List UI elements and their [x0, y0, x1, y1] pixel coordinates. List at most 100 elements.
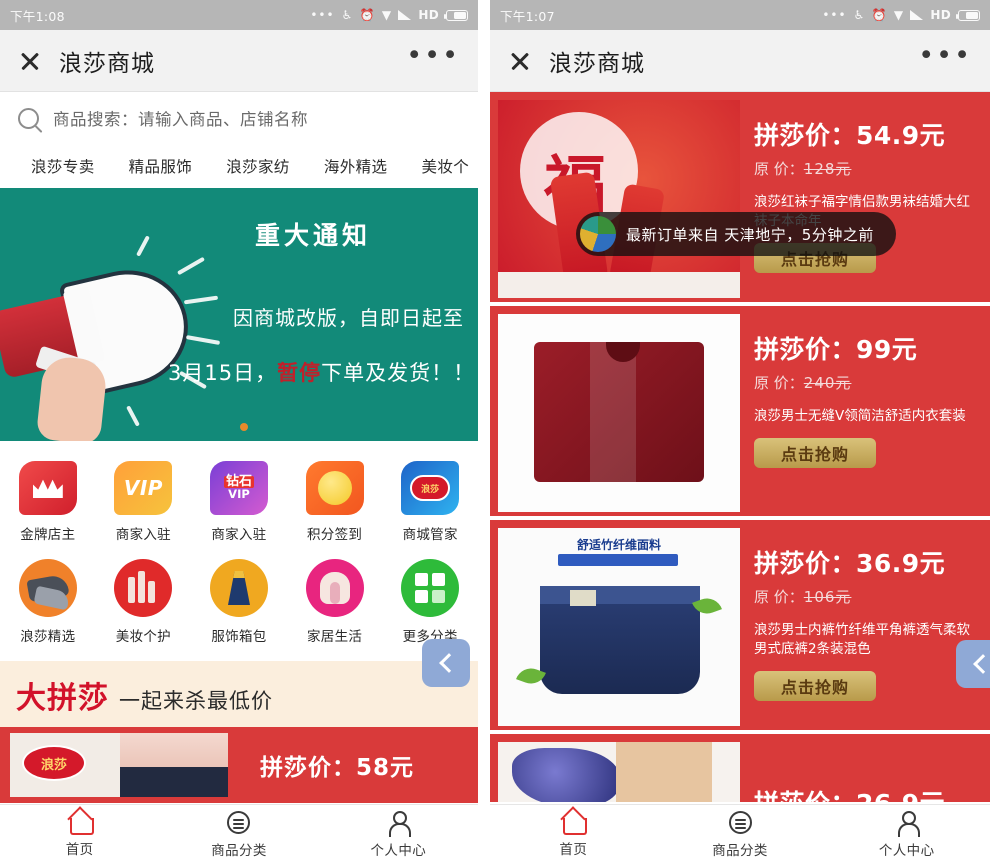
search-bar[interactable]: 商品搜索：请输入商品、店铺名称: [0, 92, 478, 144]
hd-icon: HD: [418, 8, 439, 22]
tab-beauty[interactable]: 美妆个: [404, 155, 478, 177]
product-price: 拼莎价：26.9元: [754, 789, 946, 804]
dots-icon: •••: [310, 8, 335, 22]
product-price: 拼莎价：99元: [754, 335, 918, 364]
banner-line-3: 3月15日，暂停下单及发货！！: [158, 357, 474, 387]
alarm-icon: ⏰: [359, 8, 375, 22]
page-title: 浪莎商城: [549, 50, 645, 77]
shoes-icon: [18, 559, 77, 617]
home-icon: [68, 811, 94, 835]
status-icons: ••• ♿ ⏰ ▼ HD: [310, 8, 468, 22]
original-price-label: 原 价：: [754, 588, 804, 606]
product-card[interactable]: 拼莎价：99元 原 价：240元 浪莎男士无缝V领简洁舒适内衣套装 点击抢购: [490, 306, 990, 520]
grid-row-1: 金牌店主 VIP 商家入驻 钻石 VIP 商家入驻 积分签到 浪莎 商城管家: [0, 455, 478, 553]
chevron-left-icon: [438, 653, 459, 673]
left-phone-screen: 下午1:08 ••• ♿ ⏰ ▼ HD 浪莎商城 ••• 商品搜索：请输入商品、…: [0, 0, 490, 864]
close-icon[interactable]: [18, 49, 42, 73]
pinsha-product-price: 拼莎价：58元: [260, 755, 415, 781]
battery-icon: [443, 9, 468, 21]
status-time: 下午1:08: [10, 8, 65, 24]
original-price-value: 106元: [803, 588, 852, 606]
right-phone-screen: 下午1:07 ••• ♿ ⏰ ▼ HD 浪莎商城 ••• 福: [490, 0, 990, 864]
original-price-label: 原 价：: [754, 374, 804, 392]
categories-icon: [227, 810, 251, 834]
product-info: 拼莎价：26.9元: [740, 742, 982, 802]
brand-logo-icon: 浪莎: [22, 745, 86, 781]
dots-icon: •••: [822, 8, 847, 22]
tab-langsha-store[interactable]: 浪莎专卖: [14, 155, 112, 177]
pinsha-product-row[interactable]: 浪莎 拼莎价：58元: [0, 727, 478, 803]
tab-categories[interactable]: 商品分类: [657, 805, 824, 864]
more-dots-icon[interactable]: •••: [406, 42, 460, 70]
banner-text: 重大通知 因商城改版，自即日起至 3月15日，暂停下单及发货！！: [158, 216, 474, 387]
search-icon: [18, 107, 39, 129]
back-to-top-button[interactable]: [956, 640, 990, 688]
page-title: 浪莎商城: [59, 50, 155, 77]
grid-item-beauty-care[interactable]: 美妆个护: [96, 553, 192, 655]
tab-profile[interactable]: 个人中心: [823, 805, 990, 864]
tab-profile[interactable]: 个人中心: [319, 805, 478, 864]
grid-item-apparel-bags[interactable]: 服饰箱包: [191, 553, 287, 655]
user-icon: [387, 810, 412, 837]
original-price-value: 240元: [803, 374, 852, 392]
dress-icon: [209, 559, 268, 617]
tab-home-textile[interactable]: 浪莎家纺: [209, 155, 307, 177]
banner-line-2: 因商城改版，自即日起至: [233, 306, 464, 330]
home-icon: [561, 811, 588, 835]
product-card[interactable]: 福 拼莎价：54.9元 原 价：128元 浪莎红袜子福字情侣款男袜结婚大红袜子本…: [490, 92, 990, 306]
tab-label: 个人中心: [878, 842, 935, 859]
product-description: 浪莎男士内裤竹纤维平角裤透气柔软男式底裤2条装混色: [754, 622, 970, 657]
banner-pagination-dot[interactable]: [240, 423, 248, 431]
product-card[interactable]: 拼莎价：26.9元: [490, 734, 990, 804]
hd-icon: HD: [930, 8, 951, 22]
product-info: 拼莎价：36.9元 原 价：106元 浪莎男士内裤竹纤维平角裤透气柔软男式底裤2…: [740, 528, 982, 722]
grid-item-home-living[interactable]: 家居生活: [287, 553, 383, 655]
grid-item-mall-butler[interactable]: 浪莎 商城管家: [382, 455, 478, 553]
grid-item-merchant-join-1[interactable]: VIP 商家入驻: [96, 455, 192, 553]
notice-banner[interactable]: 重大通知 因商城改版，自即日起至 3月15日，暂停下单及发货！！: [0, 188, 478, 441]
toast-text: 最新订单来自 天津地宁，5分钟之前: [626, 225, 874, 244]
grid-item-label: 商家入驻: [115, 527, 171, 543]
search-input[interactable]: 商品搜索：请输入商品、店铺名称: [53, 106, 308, 130]
status-time: 下午1:07: [500, 8, 555, 24]
product-original-price: 原 价：128元: [754, 158, 982, 179]
tab-label: 首页: [65, 842, 94, 858]
product-image: 福: [498, 100, 740, 298]
grid-item-points-checkin[interactable]: 积分签到: [287, 455, 383, 553]
grid-row-2: 浪莎精选 美妆个护 服饰箱包 家居生活 更多分类: [0, 553, 478, 655]
product-original-price: 原 价：106元: [754, 586, 982, 607]
signal-icon: [910, 10, 924, 20]
order-toast: 最新订单来自 天津地宁，5分钟之前: [576, 212, 896, 256]
grid-item-gold-owner[interactable]: 金牌店主: [0, 455, 96, 553]
tab-categories[interactable]: 商品分类: [159, 805, 318, 864]
buy-now-button[interactable]: 点击抢购: [754, 438, 876, 468]
product-image: 舒适竹纤维面料: [498, 528, 740, 726]
user-avatar-icon: [580, 216, 616, 252]
banner-line3-post: 下单及发货！！: [321, 361, 476, 385]
tab-home[interactable]: 首页: [0, 805, 159, 864]
grid-item-label: 家居生活: [306, 629, 363, 645]
tab-overseas[interactable]: 海外精选: [307, 155, 405, 177]
more-dots-icon[interactable]: •••: [918, 42, 972, 70]
status-icons: ••• ♿ ⏰ ▼ HD: [822, 8, 980, 22]
buy-now-button[interactable]: 点击抢购: [754, 671, 876, 701]
mute-icon: ♿: [853, 8, 865, 22]
home-living-icon: [305, 559, 364, 617]
pinsha-title: 大拼莎: [16, 681, 109, 716]
tab-home[interactable]: 首页: [490, 805, 657, 864]
tab-fashion[interactable]: 精品服饰: [112, 155, 210, 177]
back-to-top-button[interactable]: [422, 639, 470, 687]
user-icon: [896, 810, 920, 837]
grid-item-label: 美妆个护: [115, 629, 171, 645]
bottom-tab-bar: 首页 商品分类 个人中心: [490, 804, 990, 864]
original-price-label: 原 价：: [754, 160, 804, 178]
diamond-vip-tile-icon: 钻石 VIP: [209, 461, 268, 515]
product-card[interactable]: 舒适竹纤维面料 拼莎价：36.9元 原 价：106元 浪莎男士内裤竹纤维平角裤透…: [490, 520, 990, 734]
grid-item-langsha-select[interactable]: 浪莎精选: [0, 553, 96, 655]
banner-title: 重大通知: [254, 221, 371, 250]
close-icon[interactable]: [508, 49, 532, 73]
product-info: 拼莎价：54.9元 原 价：128元 浪莎红袜子福字情侣款男袜结婚大红袜子本命年…: [740, 100, 982, 294]
chevron-left-icon: [972, 654, 990, 674]
grid-item-merchant-join-2[interactable]: 钻石 VIP 商家入驻: [191, 455, 287, 553]
tab-label: 个人中心: [370, 842, 427, 859]
